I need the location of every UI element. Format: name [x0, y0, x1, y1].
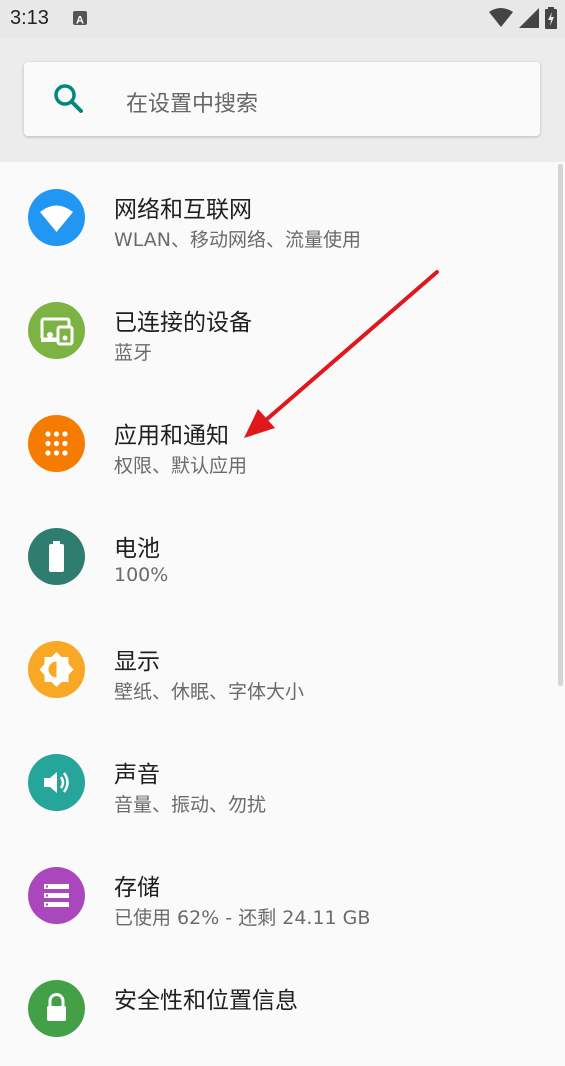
settings-item-title: 应用和通知 — [114, 423, 229, 449]
status-bar: 3:13 A — [0, 0, 565, 38]
search-input[interactable]: 在设置中搜索 — [24, 62, 540, 136]
settings-item-network[interactable]: 网络和互联网 WLAN、移动网络、流量使用 — [0, 162, 555, 275]
wifi-full-icon — [489, 8, 513, 27]
search-area: 在设置中搜索 — [0, 38, 565, 162]
settings-item-title: 安全性和位置信息 — [114, 988, 298, 1014]
devices-icon — [28, 302, 85, 359]
brightness-icon — [28, 641, 85, 698]
settings-item-title: 存储 — [114, 875, 160, 901]
status-time: 3:13 — [10, 7, 49, 29]
settings-item-sound[interactable]: 声音 音量、振动、勿扰 — [0, 727, 555, 840]
wifi-icon — [28, 189, 85, 246]
settings-item-subtitle: WLAN、移动网络、流量使用 — [114, 229, 362, 251]
settings-item-connected-devices[interactable]: 已连接的设备 蓝牙 — [0, 275, 555, 388]
settings-item-apps-notifications[interactable]: 应用和通知 权限、默认应用 — [0, 388, 555, 501]
status-icons — [489, 7, 557, 29]
settings-item-subtitle: 100% — [114, 564, 169, 586]
settings-item-subtitle: 权限、默认应用 — [114, 455, 248, 477]
battery-charging-icon — [545, 7, 557, 29]
settings-item-battery[interactable]: 电池 100% — [0, 501, 555, 614]
volume-icon — [28, 754, 85, 811]
scrollbar[interactable] — [558, 164, 563, 686]
battery-icon — [28, 528, 85, 585]
settings-item-security-location[interactable]: 安全性和位置信息 — [0, 953, 555, 1066]
cell-signal-icon — [519, 8, 539, 28]
settings-item-title: 显示 — [114, 649, 160, 675]
a-letter-icon: A — [73, 11, 87, 27]
settings-item-subtitle: 蓝牙 — [114, 342, 153, 364]
settings-item-subtitle: 已使用 62% - 还剩 24.11 GB — [114, 907, 371, 929]
svg-text:A: A — [76, 15, 84, 27]
settings-item-title: 已连接的设备 — [114, 310, 252, 336]
settings-item-storage[interactable]: 存储 已使用 62% - 还剩 24.11 GB — [0, 840, 555, 953]
lock-icon — [28, 980, 85, 1037]
storage-icon — [28, 867, 85, 924]
apps-grid-icon — [28, 415, 85, 472]
settings-item-subtitle: 壁纸、休眠、字体大小 — [114, 681, 305, 703]
settings-item-title: 网络和互联网 — [114, 197, 252, 223]
settings-item-subtitle: 音量、振动、勿扰 — [114, 794, 267, 816]
settings-item-display[interactable]: 显示 壁纸、休眠、字体大小 — [0, 614, 555, 727]
search-placeholder: 在设置中搜索 — [126, 92, 259, 117]
settings-item-title: 电池 — [114, 536, 160, 562]
settings-item-title: 声音 — [114, 762, 160, 788]
search-icon[interactable] — [52, 82, 86, 116]
